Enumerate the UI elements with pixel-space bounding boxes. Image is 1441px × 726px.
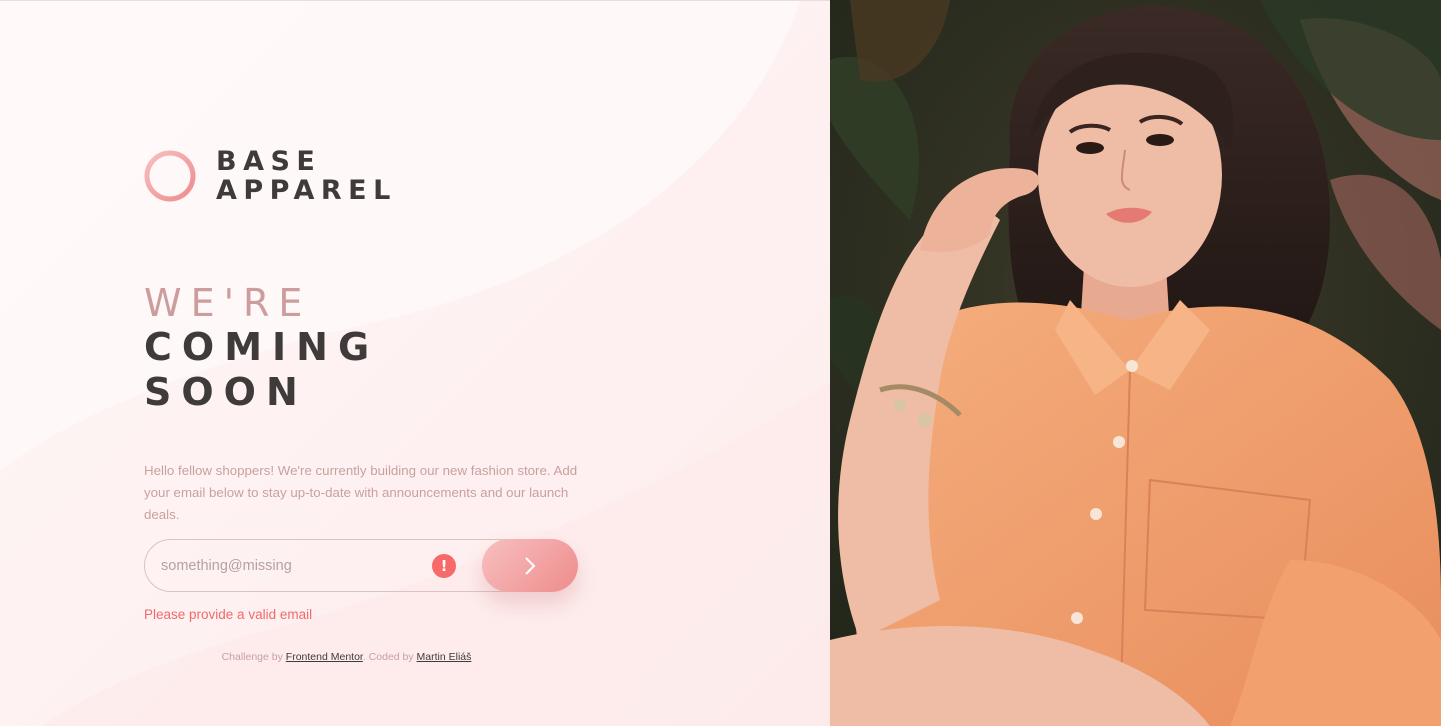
headline-bold-2: SOON [144,370,308,414]
attribution: Challenge by Frontend Mentor. Coded by M… [0,651,693,663]
author-link[interactable]: Martin Eliáš [417,651,472,663]
subscribe-form: ! [144,539,578,592]
content-panel: BASE APPAREL WE'RE COMING SOON Hello fel… [0,0,830,726]
exclamation-icon: ! [432,554,456,578]
page-headline: WE'RE COMING SOON [144,281,379,415]
email-error-message: Please provide a valid email [144,607,313,622]
brand-name: BASE APPAREL [216,147,397,205]
hero-image [830,0,1441,726]
headline-bold-1: COMING [144,325,380,369]
brand-name-line1: BASE [216,146,322,177]
chevron-right-icon [525,556,536,575]
logo-ring-icon [144,150,196,202]
brand-logo: BASE APPAREL [144,147,397,205]
headline-light: WE'RE [144,281,312,325]
brand-name-line2: APPAREL [216,175,397,206]
hero-photo-illustration [830,0,1441,726]
background-swoosh [0,1,830,726]
attribution-prefix: Challenge by [221,651,286,663]
submit-button[interactable] [482,539,578,592]
intro-description: Hello fellow shoppers! We're currently b… [144,463,578,522]
attribution-middle: . Coded by [362,651,417,663]
frontend-mentor-link[interactable]: Frontend Mentor [286,651,363,663]
